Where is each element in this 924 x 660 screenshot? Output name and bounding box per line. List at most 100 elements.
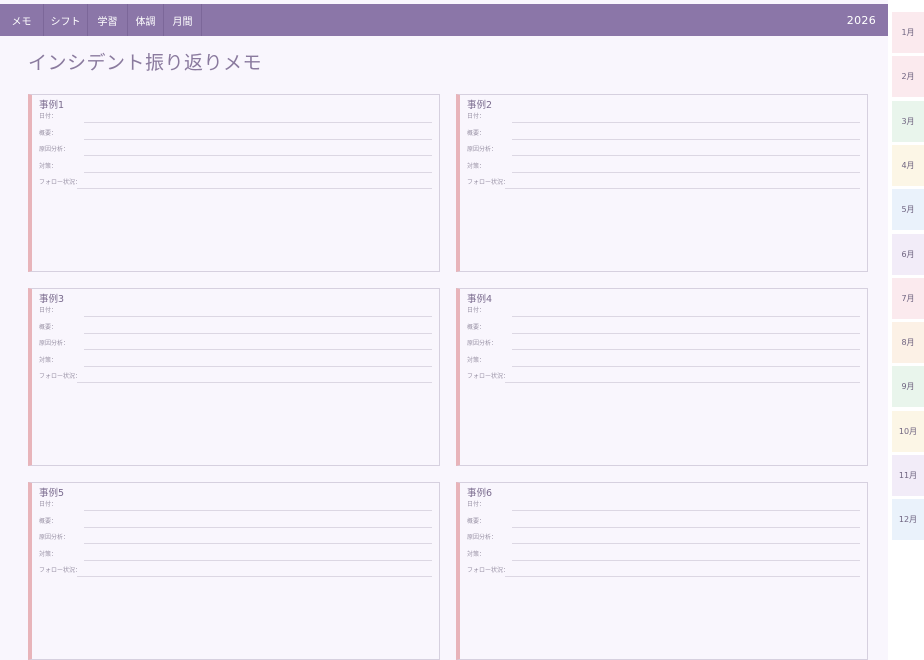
- tab-memo[interactable]: メモ: [0, 4, 44, 36]
- case-field-row: フォロー状況：: [39, 565, 432, 577]
- case-field-row: 対策：: [39, 161, 432, 173]
- case-field-row: フォロー状況：: [467, 565, 860, 577]
- field-label: 日付：: [467, 307, 486, 314]
- field-input-line[interactable]: [512, 113, 860, 123]
- tab-monthly[interactable]: 月間: [164, 4, 202, 36]
- field-input-line[interactable]: [512, 534, 860, 544]
- case-title: 事例1: [39, 100, 65, 111]
- month-tab[interactable]: 1月: [892, 12, 924, 53]
- case-field-row: 日付：: [467, 111, 860, 123]
- field-input-line[interactable]: [84, 307, 432, 317]
- top-nav: メモ シフト 学習 体調 月間 2026: [0, 4, 888, 36]
- tab-health[interactable]: 体調: [128, 4, 164, 36]
- field-input-line[interactable]: [84, 113, 432, 123]
- year-label: 2026: [846, 13, 876, 27]
- field-input-line[interactable]: [77, 179, 432, 189]
- field-label: フォロー状況：: [39, 179, 82, 186]
- field-input-line[interactable]: [84, 357, 432, 367]
- case-title: 事例5: [39, 488, 65, 499]
- month-tab[interactable]: 3月: [892, 100, 924, 142]
- field-input-line[interactable]: [512, 307, 860, 317]
- case-field-row: 日付：: [467, 305, 860, 317]
- month-tab[interactable]: 5月: [892, 189, 924, 231]
- field-input-line[interactable]: [512, 146, 860, 156]
- field-input-line[interactable]: [84, 501, 432, 511]
- field-input-line[interactable]: [84, 163, 432, 173]
- field-input-line[interactable]: [512, 340, 860, 350]
- field-input-line[interactable]: [84, 551, 432, 561]
- month-tab[interactable]: 10月: [892, 410, 924, 452]
- field-input-line[interactable]: [512, 130, 860, 140]
- month-tab[interactable]: 11月: [892, 455, 924, 496]
- field-label: 原因分析：: [39, 146, 70, 153]
- field-input-line[interactable]: [84, 146, 432, 156]
- case-card: 事例2 日付： 概要： 原因分析： 対策： フォロー状況：: [456, 94, 868, 272]
- field-input-line[interactable]: [505, 373, 860, 383]
- case-title: 事例2: [467, 100, 493, 111]
- tab-shift[interactable]: シフト: [44, 4, 88, 36]
- case-field-row: 日付：: [467, 499, 860, 511]
- field-label: フォロー状況：: [39, 567, 82, 574]
- case-card: 事例5 日付： 概要： 原因分析： 対策： フォロー状況：: [28, 482, 440, 660]
- field-label: 原因分析：: [467, 340, 498, 347]
- field-label: 日付：: [39, 501, 58, 508]
- field-label: フォロー状況：: [467, 373, 510, 380]
- case-field-row: 日付：: [39, 499, 432, 511]
- field-label: フォロー状況：: [39, 373, 82, 380]
- field-label: 日付：: [39, 307, 58, 314]
- case-field-row: 対策：: [467, 161, 860, 173]
- case-field-row: 原因分析：: [39, 144, 432, 156]
- month-tab[interactable]: 6月: [892, 233, 924, 275]
- field-label: 対策：: [39, 163, 58, 170]
- field-input-line[interactable]: [84, 534, 432, 544]
- field-input-line[interactable]: [512, 518, 860, 528]
- field-label: 原因分析：: [467, 534, 498, 541]
- planner-page: メモ シフト 学習 体調 月間 2026 インシデント振り返りメモ 事例1 日付：…: [0, 0, 888, 660]
- case-field-row: 概要：: [39, 516, 432, 528]
- page-title: インシデント振り返りメモ: [28, 52, 263, 74]
- field-input-line[interactable]: [84, 324, 432, 334]
- field-input-line[interactable]: [512, 551, 860, 561]
- field-label: 対策：: [467, 357, 486, 364]
- field-label: 日付：: [39, 113, 58, 120]
- case-title: 事例4: [467, 294, 493, 305]
- case-field-row: 概要：: [467, 128, 860, 140]
- tab-study[interactable]: 学習: [88, 4, 128, 36]
- case-card: 事例3 日付： 概要： 原因分析： 対策： フォロー状況：: [28, 288, 440, 466]
- field-input-line[interactable]: [84, 518, 432, 528]
- field-input-line[interactable]: [77, 373, 432, 383]
- case-field-row: 概要：: [39, 322, 432, 334]
- field-input-line[interactable]: [512, 163, 860, 173]
- month-tab[interactable]: 9月: [892, 366, 924, 408]
- field-input-line[interactable]: [512, 501, 860, 511]
- field-label: 概要：: [467, 518, 486, 525]
- month-tab[interactable]: 4月: [892, 144, 924, 186]
- case-field-row: 原因分析：: [467, 532, 860, 544]
- month-tab[interactable]: 2月: [892, 56, 924, 98]
- field-input-line[interactable]: [84, 340, 432, 350]
- field-label: フォロー状況：: [467, 179, 510, 186]
- case-field-row: フォロー状況：: [39, 371, 432, 383]
- field-input-line[interactable]: [512, 357, 860, 367]
- field-input-line[interactable]: [84, 130, 432, 140]
- case-field-row: 対策：: [39, 549, 432, 561]
- field-input-line[interactable]: [505, 567, 860, 577]
- case-field-row: フォロー状況：: [39, 177, 432, 189]
- case-title: 事例3: [39, 294, 65, 305]
- month-tab[interactable]: 8月: [892, 322, 924, 364]
- field-label: 原因分析：: [39, 534, 70, 541]
- month-tab[interactable]: 12月: [892, 499, 924, 541]
- field-input-line[interactable]: [505, 179, 860, 189]
- case-field-row: 対策：: [467, 355, 860, 367]
- case-card: 事例4 日付： 概要： 原因分析： 対策： フォロー状況：: [456, 288, 868, 466]
- case-field-row: 概要：: [467, 322, 860, 334]
- case-field-row: 日付：: [39, 305, 432, 317]
- case-field-row: 原因分析：: [467, 338, 860, 350]
- month-tab[interactable]: 7月: [892, 277, 924, 319]
- field-input-line[interactable]: [77, 567, 432, 577]
- field-label: 概要：: [467, 130, 486, 137]
- field-input-line[interactable]: [512, 324, 860, 334]
- field-label: 概要：: [467, 324, 486, 331]
- field-label: 日付：: [467, 113, 486, 120]
- field-label: 概要：: [39, 518, 58, 525]
